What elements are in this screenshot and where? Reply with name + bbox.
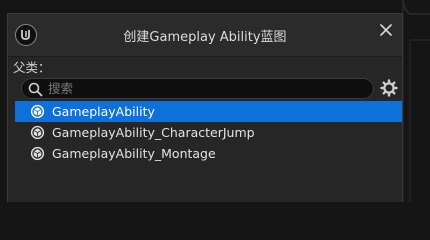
list-item-label: GameplayAbility_Montage (52, 146, 216, 161)
gameplay-ability-class-icon (30, 104, 45, 119)
gameplay-ability-class-icon (30, 125, 45, 140)
dialog-titlebar: 创建Gameplay Ability蓝图 (8, 14, 402, 57)
gameplay-ability-class-icon (30, 146, 45, 161)
close-icon[interactable] (377, 21, 395, 39)
gear-icon[interactable] (379, 78, 399, 98)
list-item-label: GameplayAbility_CharacterJump (52, 125, 255, 140)
dialog-title: 创建Gameplay Ability蓝图 (123, 30, 287, 45)
list-item-montage[interactable]: GameplayAbility_Montage (15, 143, 402, 164)
create-blueprint-dialog: 创建Gameplay Ability蓝图 父类： 搜索 GameplayAbil… (7, 13, 403, 202)
list-item-label: GameplayAbility (52, 104, 155, 119)
parent-class-list: GameplayAbility GameplayAbility_Characte… (15, 101, 402, 164)
parent-class-label: 父类： (13, 60, 51, 75)
list-item-characterjump[interactable]: GameplayAbility_CharacterJump (15, 122, 402, 143)
list-item-gameplayability[interactable]: GameplayAbility (15, 101, 402, 122)
search-icon (28, 82, 43, 101)
search-box[interactable] (21, 78, 374, 99)
search-input[interactable] (48, 80, 358, 97)
